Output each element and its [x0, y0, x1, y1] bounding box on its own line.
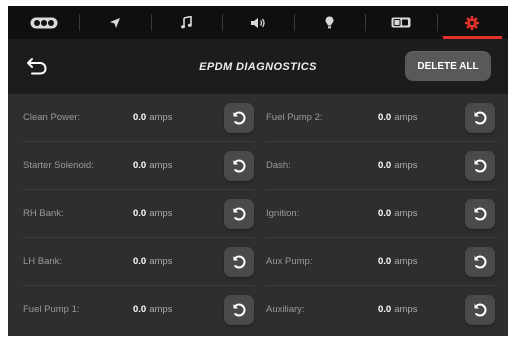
speaker-volume-icon	[250, 17, 265, 28]
music-note-icon	[181, 16, 192, 29]
back-button[interactable]	[22, 53, 52, 79]
current-value: 0.0	[133, 208, 147, 219]
current-value: 0.0	[133, 304, 147, 315]
current-unit: amps	[394, 208, 418, 219]
channel-label: Fuel Pump 2:	[266, 112, 323, 123]
current-value: 0.0	[133, 112, 147, 123]
current-unit: amps	[394, 160, 418, 171]
channel-row: Ignition: 0.0 amps	[266, 190, 498, 238]
channel-label: Ignition:	[266, 208, 300, 219]
reset-button-starter-solenoid[interactable]	[224, 151, 254, 181]
tab-settings[interactable]	[436, 6, 508, 39]
reset-arrow-icon	[233, 207, 246, 221]
channel-label: Fuel Pump 1:	[23, 304, 80, 315]
channel-value: 0.0 amps	[133, 286, 172, 333]
current-unit: amps	[149, 304, 173, 315]
current-value: 0.0	[133, 256, 147, 267]
channel-value: 0.0 amps	[133, 142, 172, 189]
left-column: Clean Power: 0.0 amps Starter Solenoid: 0…	[23, 94, 255, 333]
current-unit: amps	[149, 160, 173, 171]
light-bulb-icon	[325, 16, 334, 29]
channel-value: 0.0 amps	[378, 190, 417, 237]
reset-button-lh-bank[interactable]	[224, 247, 254, 277]
channel-row: LH Bank: 0.0 amps	[23, 238, 255, 286]
channel-row: Clean Power: 0.0 amps	[23, 94, 255, 142]
reset-button-aux-pump[interactable]	[465, 247, 495, 277]
reset-button-dash[interactable]	[465, 151, 495, 181]
channel-value: 0.0 amps	[378, 94, 417, 141]
tab-lighting[interactable]	[293, 6, 365, 39]
channel-row: Aux Pump: 0.0 amps	[266, 238, 498, 286]
reset-arrow-icon	[474, 111, 487, 125]
channel-value: 0.0 amps	[133, 94, 172, 141]
reset-button-ignition[interactable]	[465, 199, 495, 229]
channel-value: 0.0 amps	[133, 238, 172, 285]
reset-arrow-icon	[233, 159, 246, 173]
current-unit: amps	[394, 112, 418, 123]
back-arrow-icon	[27, 58, 47, 75]
channel-label: Auxiliary:	[266, 304, 305, 315]
navigation-arrow-icon	[110, 17, 121, 28]
current-value: 0.0	[378, 304, 392, 315]
current-value: 0.0	[378, 256, 392, 267]
reset-arrow-icon	[474, 303, 487, 317]
tab-switches[interactable]	[365, 6, 436, 39]
reset-arrow-icon	[233, 303, 246, 317]
channel-label: Aux Pump:	[266, 256, 313, 267]
current-value: 0.0	[378, 112, 392, 123]
reset-button-clean-power[interactable]	[224, 103, 254, 133]
channel-row: Starter Solenoid: 0.0 amps	[23, 142, 255, 190]
page-title: EPDM DIAGNOSTICS	[199, 60, 317, 73]
channel-row: RH Bank: 0.0 amps	[23, 190, 255, 238]
tab-navigation[interactable]	[79, 6, 150, 39]
diagnostics-grid: Clean Power: 0.0 amps Starter Solenoid: 0…	[8, 94, 508, 336]
tab-volume[interactable]	[222, 6, 293, 39]
gear-icon	[465, 15, 480, 30]
current-unit: amps	[149, 112, 173, 123]
channel-value: 0.0 amps	[133, 190, 172, 237]
reset-arrow-icon	[474, 159, 487, 173]
channel-row: Dash: 0.0 amps	[266, 142, 498, 190]
page-header: EPDM DIAGNOSTICS DELETE ALL	[8, 39, 508, 94]
reset-arrow-icon	[233, 111, 246, 125]
reset-button-fuel-pump-1[interactable]	[224, 295, 254, 325]
channel-row: Auxiliary: 0.0 amps	[266, 286, 498, 333]
current-value: 0.0	[133, 160, 147, 171]
channel-value: 0.0 amps	[378, 286, 417, 333]
reset-arrow-icon	[474, 207, 487, 221]
right-column: Fuel Pump 2: 0.0 amps Dash: 0.0 amps Ignit…	[266, 94, 498, 333]
reset-button-auxiliary[interactable]	[465, 295, 495, 325]
current-unit: amps	[149, 256, 173, 267]
tab-switch-panel[interactable]	[8, 6, 79, 39]
switch-panel-icon	[30, 17, 58, 28]
tab-audio[interactable]	[150, 6, 222, 39]
reset-arrow-icon	[233, 255, 246, 269]
current-unit: amps	[149, 208, 173, 219]
channel-row: Fuel Pump 1: 0.0 amps	[23, 286, 255, 333]
reset-arrow-icon	[474, 255, 487, 269]
channel-value: 0.0 amps	[378, 142, 417, 189]
reset-button-fuel-pump-2[interactable]	[465, 103, 495, 133]
channel-label: LH Bank:	[23, 256, 63, 267]
delete-all-button[interactable]: DELETE ALL	[405, 51, 491, 81]
toggle-switch-icon	[391, 17, 411, 28]
reset-button-rh-bank[interactable]	[224, 199, 254, 229]
current-value: 0.0	[378, 208, 392, 219]
diagnostics-screen: EPDM DIAGNOSTICS DELETE ALL Clean Power:…	[8, 6, 508, 336]
top-nav-bar	[8, 6, 508, 39]
current-value: 0.0	[378, 160, 392, 171]
channel-label: Clean Power:	[23, 112, 81, 123]
channel-row: Fuel Pump 2: 0.0 amps	[266, 94, 498, 142]
channel-label: Starter Solenoid:	[23, 160, 94, 171]
channel-value: 0.0 amps	[378, 238, 417, 285]
current-unit: amps	[394, 256, 418, 267]
current-unit: amps	[394, 304, 418, 315]
channel-label: Dash:	[266, 160, 291, 171]
channel-label: RH Bank:	[23, 208, 64, 219]
